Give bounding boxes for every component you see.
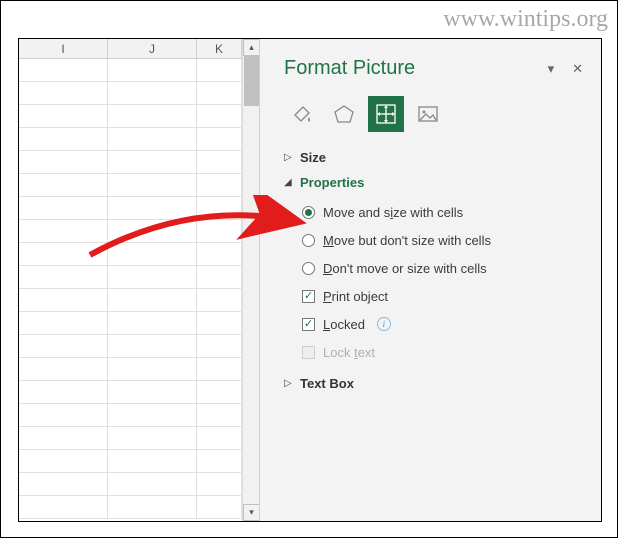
paint-bucket-icon (289, 101, 315, 127)
size-arrows-icon (373, 101, 399, 127)
checkbox-icon (302, 346, 315, 359)
section-properties-label: Properties (300, 175, 364, 190)
pane-title: Format Picture (284, 57, 415, 80)
radio-label: Don't move or size with cells (323, 261, 487, 276)
tab-fill-line[interactable] (284, 96, 320, 132)
checkbox-icon (302, 290, 315, 303)
check-locked[interactable]: Locked i (302, 310, 583, 338)
chevron-right-icon: ▷ (284, 152, 294, 163)
check-label: Print object (323, 289, 388, 304)
col-header-j[interactable]: J (108, 39, 197, 58)
col-header-i[interactable]: I (19, 39, 108, 58)
format-picture-pane: Format Picture ▾ ✕ (259, 39, 601, 521)
radio-icon (302, 234, 315, 247)
scroll-thumb[interactable] (244, 56, 259, 106)
tab-effects[interactable] (326, 96, 362, 132)
chevron-right-icon: ▷ (284, 378, 294, 389)
check-label: Lock text (323, 345, 375, 360)
tab-size-properties[interactable] (368, 96, 404, 132)
radio-move-and-size[interactable]: Move and size with cells (302, 198, 583, 226)
chevron-down-icon: ◢ (284, 177, 294, 188)
checkbox-icon (302, 318, 315, 331)
pentagon-icon (331, 101, 357, 127)
section-size-label: Size (300, 150, 326, 165)
tab-picture[interactable] (410, 96, 446, 132)
section-size-header[interactable]: ▷ Size (284, 150, 583, 165)
section-textbox-label: Text Box (300, 376, 354, 391)
col-header-k[interactable]: K (197, 39, 242, 58)
info-icon[interactable]: i (377, 317, 391, 331)
spreadsheet-area: I J K (19, 39, 259, 521)
radio-label: Move and size with cells (323, 205, 463, 220)
grid-body[interactable] (19, 59, 242, 521)
column-headers: I J K (19, 39, 242, 59)
radio-icon (302, 206, 315, 219)
radio-dont-move[interactable]: Don't move or size with cells (302, 254, 583, 282)
pane-options-dropdown[interactable]: ▾ (548, 61, 555, 77)
pane-tabs (284, 96, 583, 132)
pane-close-button[interactable]: ✕ (572, 61, 583, 77)
scroll-up-button[interactable]: ▴ (243, 39, 260, 56)
check-lock-text: Lock text (302, 338, 583, 366)
check-label: Locked (323, 317, 365, 332)
section-textbox-header[interactable]: ▷ Text Box (284, 376, 583, 391)
check-print-object[interactable]: Print object (302, 282, 583, 310)
section-properties-header[interactable]: ◢ Properties (284, 175, 583, 190)
picture-icon (415, 101, 441, 127)
radio-label: Move but don't size with cells (323, 233, 491, 248)
radio-move-no-size[interactable]: Move but don't size with cells (302, 226, 583, 254)
vertical-scrollbar[interactable]: ▴ ▾ (242, 39, 259, 521)
scroll-down-button[interactable]: ▾ (243, 504, 260, 521)
radio-icon (302, 262, 315, 275)
app-window: I J K (18, 38, 602, 522)
